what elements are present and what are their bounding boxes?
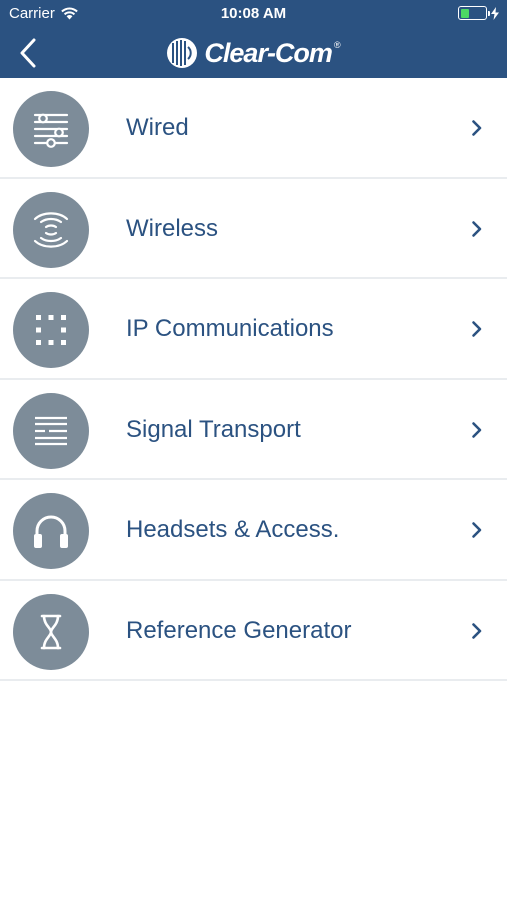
brand-logo: Clear-Com ® <box>0 36 507 70</box>
category-list: Wired Wireless IP Communications Signal … <box>0 78 507 681</box>
menu-item-label: Reference Generator <box>126 616 352 644</box>
menu-item-ip-communications[interactable]: IP Communications <box>0 279 507 380</box>
menu-item-wired[interactable]: Wired <box>0 78 507 179</box>
chevron-right-icon <box>472 522 482 538</box>
status-bar: Carrier 10:08 AM <box>0 0 507 28</box>
battery-tip <box>488 11 490 16</box>
menu-item-wireless[interactable]: Wireless <box>0 178 507 279</box>
menu-item-label: IP Communications <box>126 315 334 342</box>
chevron-right-icon <box>472 622 482 639</box>
status-right <box>458 6 499 20</box>
battery-fill <box>460 8 469 18</box>
brand-name: Clear-Com <box>204 37 333 68</box>
battery-icon <box>458 6 490 20</box>
clear-com-logo-icon <box>167 38 198 68</box>
sliders-icon <box>13 91 89 167</box>
menu-item-signal-transport[interactable]: Signal Transport <box>0 379 507 480</box>
brand-registered-mark: ® <box>333 40 341 50</box>
menu-item-headsets[interactable]: Headsets & Access. <box>0 480 507 581</box>
menu-item-label: Wireless <box>126 214 219 242</box>
signal-lines-icon <box>13 392 89 469</box>
charging-bolt-icon <box>491 6 499 20</box>
chevron-right-icon <box>472 321 482 337</box>
dot-grid-icon <box>13 292 89 368</box>
headset-icon <box>13 493 89 569</box>
menu-item-label: Signal Transport <box>126 415 301 443</box>
wireless-signal-icon <box>13 191 89 268</box>
status-time: 10:08 AM <box>220 5 287 22</box>
menu-item-reference-generator[interactable]: Reference Generator <box>0 580 507 681</box>
chevron-right-icon <box>472 120 482 136</box>
menu-item-label: Headsets & Access. <box>126 516 340 543</box>
navigation-bar: Clear-Com ® <box>0 28 507 78</box>
menu-item-label: Wired <box>126 114 189 141</box>
chevron-right-icon <box>472 421 482 438</box>
hourglass-icon <box>13 593 89 670</box>
chevron-right-icon <box>472 220 482 237</box>
